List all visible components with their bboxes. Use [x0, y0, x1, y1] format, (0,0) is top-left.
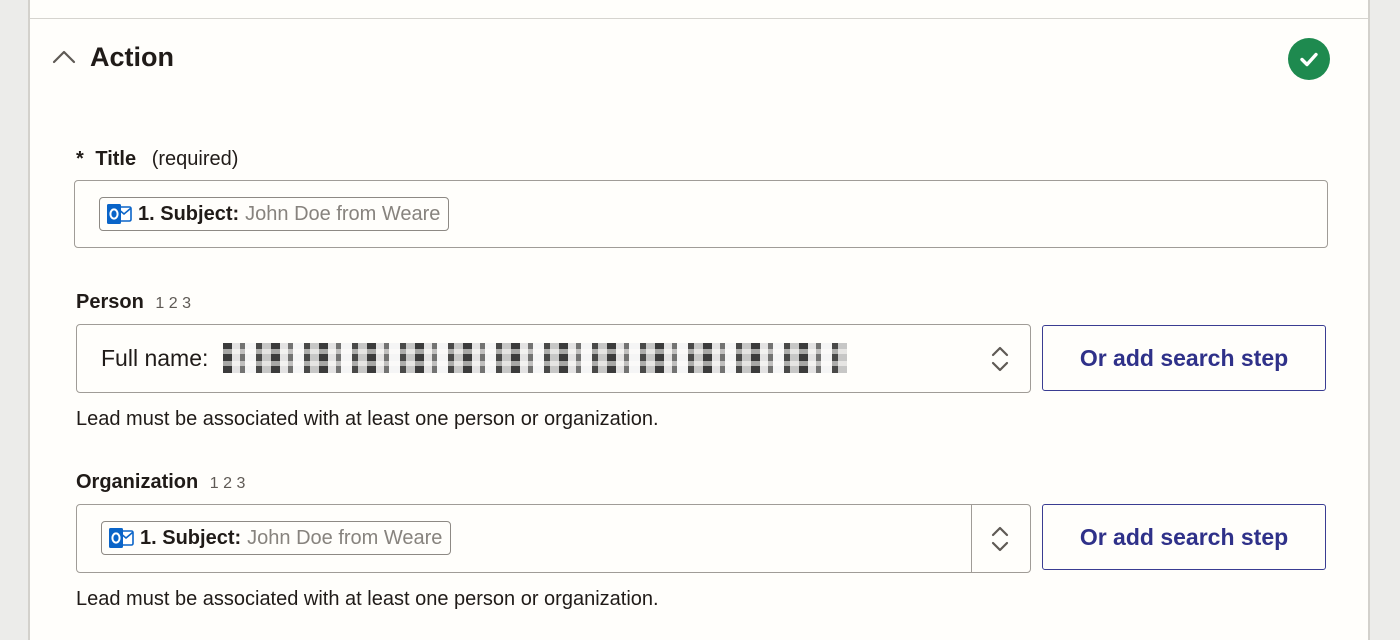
action-section-header[interactable]: Action — [50, 38, 1330, 82]
person-step-hint: 1 2 3 — [155, 295, 191, 312]
chevron-up-icon[interactable] — [52, 46, 76, 70]
up-down-chevron-icon[interactable] — [989, 344, 1011, 374]
check-circle-icon — [1288, 38, 1330, 80]
required-marker: * — [76, 148, 84, 170]
section-divider — [30, 18, 1368, 19]
up-down-chevron-icon[interactable] — [989, 524, 1011, 554]
title-token-pill[interactable]: 1. Subject: John Doe from Weare — [99, 197, 450, 231]
outlook-icon — [106, 203, 132, 225]
title-field-label: * Title (required) — [76, 148, 238, 171]
required-text: (required) — [151, 148, 239, 170]
person-add-search-step-button[interactable]: Or add search step — [1042, 325, 1326, 391]
person-value-prefix: Full name: — [101, 345, 209, 371]
title-input[interactable]: 1. Subject: John Doe from Weare — [74, 180, 1328, 248]
token-value: John Doe from Weare — [245, 202, 441, 225]
organization-select[interactable]: 1. Subject: John Doe from Weare — [76, 504, 1031, 573]
select-divider — [971, 505, 972, 572]
person-label-text: Person — [76, 291, 144, 313]
token-value: John Doe from Weare — [247, 526, 443, 549]
organization-help-text: Lead must be associated with at least on… — [76, 588, 659, 610]
organization-step-hint: 1 2 3 — [209, 475, 246, 492]
organization-label-text: Organization — [76, 471, 199, 493]
person-field-label: Person 1 2 3 — [76, 291, 191, 314]
section-title: Action — [90, 42, 174, 72]
organization-add-search-step-button[interactable]: Or add search step — [1042, 504, 1326, 570]
person-help-text: Lead must be associated with at least on… — [76, 408, 659, 430]
title-label-text: Title — [95, 148, 137, 170]
token-step: 1. Subject: — [138, 202, 240, 225]
redacted-person-name — [223, 343, 847, 373]
outlook-icon — [108, 527, 134, 549]
token-step: 1. Subject: — [140, 526, 242, 549]
action-panel: Action * Title (required) 1. Subject: Jo… — [28, 0, 1370, 640]
person-select[interactable]: Full name: — [76, 324, 1031, 393]
organization-field-label: Organization 1 2 3 — [76, 471, 245, 494]
organization-token-pill[interactable]: 1. Subject: John Doe from Weare — [101, 521, 452, 555]
